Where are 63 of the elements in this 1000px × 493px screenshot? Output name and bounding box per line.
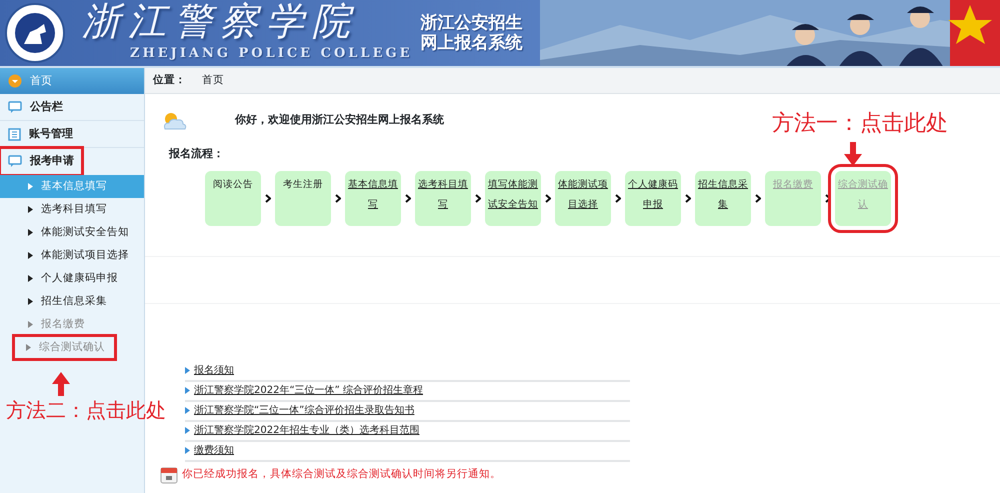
sidebar-subitem[interactable]: 个人健康码申报 bbox=[0, 267, 144, 290]
bullet-icon bbox=[185, 427, 190, 434]
system-name-line: 浙江公安招生 bbox=[420, 12, 522, 33]
bullet-icon bbox=[28, 252, 33, 259]
document-link[interactable]: 缴费须知 bbox=[194, 443, 234, 458]
chevron-icon bbox=[335, 194, 341, 202]
system-name-line: 网上报名系统 bbox=[420, 33, 522, 54]
document-link[interactable]: 浙江警察学院2022年招生专业（类）选考科目范围 bbox=[194, 423, 420, 438]
breadcrumb-label: 位置： bbox=[153, 72, 186, 88]
chat-icon bbox=[8, 100, 22, 114]
notice-text: 你已经成功报名，具体综合测试及综合测试确认时间将另行通知。 bbox=[182, 466, 501, 482]
chevron-icon bbox=[685, 194, 691, 202]
bullet-icon bbox=[185, 407, 190, 414]
process-step[interactable]: 基本信息填写 bbox=[345, 170, 401, 226]
process-step[interactable]: 体能测试项目选择 bbox=[555, 170, 611, 226]
document-link[interactable]: 浙江警察学院“三位一体”综合评价招生录取告知书 bbox=[194, 403, 414, 418]
bullet-icon bbox=[26, 344, 31, 351]
chevron-icon bbox=[825, 194, 831, 202]
bullet-icon bbox=[28, 183, 33, 190]
process-title: 报名流程： bbox=[169, 146, 224, 162]
chevron-icon bbox=[475, 194, 481, 202]
arrow-icon bbox=[844, 142, 862, 166]
bullet-icon bbox=[28, 229, 33, 236]
bullet-icon bbox=[28, 321, 33, 328]
list-icon bbox=[8, 128, 21, 140]
welcome-text: 你好，欢迎使用浙江公安招生网上报名系统 bbox=[235, 112, 444, 128]
sidebar-subitem[interactable]: 体能测试安全告知 bbox=[0, 221, 144, 244]
chevron-icon bbox=[405, 194, 411, 202]
chevron-icon bbox=[545, 194, 551, 202]
college-name: 浙江警察学院 bbox=[82, 2, 359, 40]
chevron-icon bbox=[755, 194, 761, 202]
process-step[interactable]: 阅读公告 bbox=[205, 170, 261, 226]
process-step[interactable]: 考生注册 bbox=[275, 170, 331, 226]
sidebar-item[interactable]: 报考申请 bbox=[0, 148, 82, 175]
sidebar-item[interactable]: 账号管理 bbox=[0, 121, 144, 148]
sidebar-subitem[interactable]: 体能测试项目选择 bbox=[0, 244, 144, 267]
bullet-icon bbox=[28, 206, 33, 213]
process-step[interactable]: 填写体能测试安全告知 bbox=[485, 170, 541, 226]
arrow-icon bbox=[52, 372, 70, 396]
document-link[interactable]: 报名须知 bbox=[194, 363, 234, 378]
chat-icon bbox=[8, 154, 22, 168]
bullet-icon bbox=[28, 298, 33, 305]
sidebar-subitem[interactable]: 招生信息采集 bbox=[0, 290, 144, 313]
college-english-name: ZHEJIANG POLICE COLLEGE bbox=[130, 45, 412, 64]
college-logo-icon bbox=[4, 2, 66, 64]
process-step[interactable]: 个人健康码申报 bbox=[625, 170, 681, 226]
breadcrumb-link[interactable]: 首页 bbox=[202, 72, 224, 88]
home-icon bbox=[8, 74, 22, 88]
weather-icon bbox=[161, 110, 187, 130]
process-step[interactable]: 选考科目填写 bbox=[415, 170, 471, 226]
chevron-icon bbox=[265, 194, 271, 202]
bullet-icon bbox=[185, 387, 190, 394]
bullet-icon bbox=[185, 447, 190, 454]
bullet-icon bbox=[185, 367, 190, 374]
document-link[interactable]: 浙江警察学院2022年“三位一体” 综合评价招生章程 bbox=[194, 383, 423, 398]
chevron-icon bbox=[615, 194, 621, 202]
process-step[interactable]: 招生信息采集 bbox=[695, 170, 751, 226]
annotation-text: 方法二：点击此处 bbox=[6, 400, 166, 420]
sidebar-subitem[interactable]: 选考科目填写 bbox=[0, 198, 144, 221]
annotation-text: 方法一：点击此处 bbox=[772, 113, 948, 135]
sidebar-item[interactable]: 公告栏 bbox=[0, 94, 144, 121]
bullet-icon bbox=[28, 275, 33, 282]
calendar-icon bbox=[160, 466, 178, 484]
